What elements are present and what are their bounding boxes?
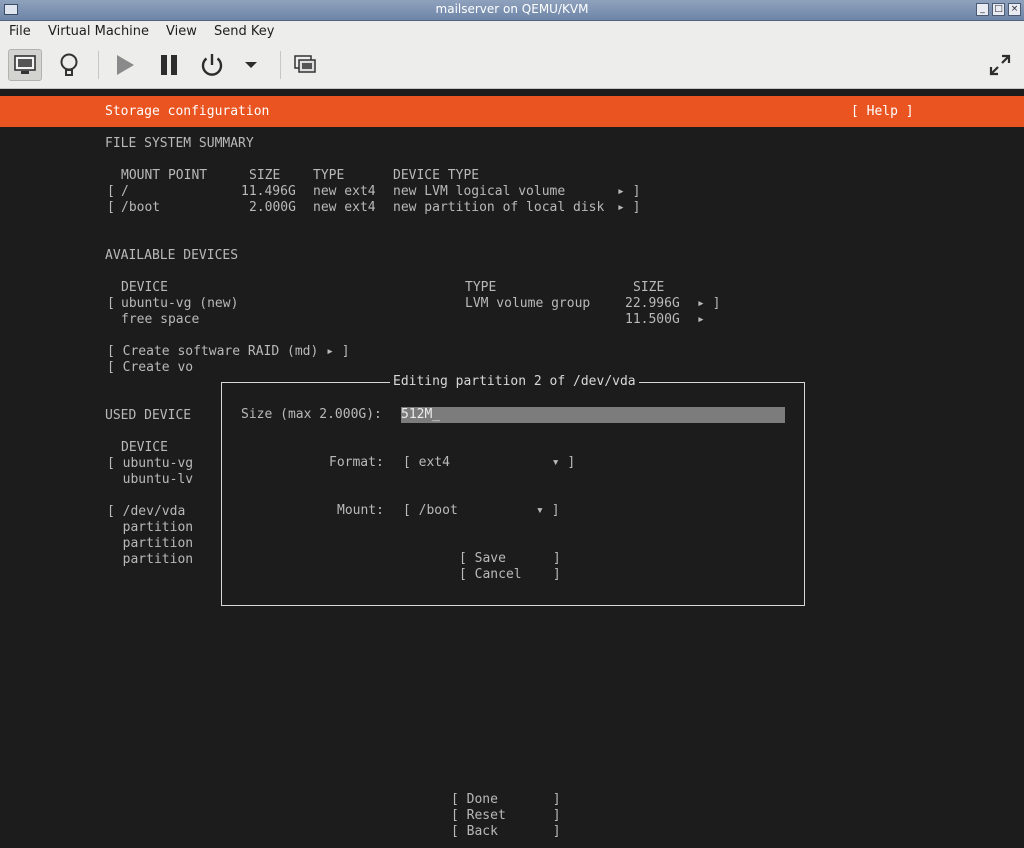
- save-button[interactable]: [ Save ]: [459, 551, 561, 567]
- avail-row-device[interactable]: free space: [121, 312, 199, 328]
- avail-row-menu[interactable]: ▸ ]: [697, 296, 720, 312]
- format-select[interactable]: [ ext4 ▾ ]: [403, 455, 575, 471]
- fs-row-bracket: [: [107, 200, 115, 215]
- menu-view[interactable]: View: [166, 24, 197, 39]
- fullscreen-icon[interactable]: [983, 49, 1017, 81]
- minimize-icon[interactable]: _: [976, 3, 989, 16]
- col-device: DEVICE: [121, 440, 168, 455]
- power-icon[interactable]: [195, 49, 229, 81]
- available-heading: AVAILABLE DEVICES: [105, 248, 239, 263]
- fs-summary-heading: FILE SYSTEM SUMMARY: [105, 136, 254, 151]
- fs-row-size: 11.496G: [241, 184, 296, 199]
- power-dropdown-icon[interactable]: [234, 49, 268, 81]
- menu-bar: File Virtual Machine View Send Key: [0, 21, 1024, 43]
- size-input-value: 512M_: [401, 407, 441, 422]
- col-type: TYPE: [465, 280, 497, 295]
- col-device: DEVICE: [121, 280, 168, 295]
- avail-row-type: LVM volume group: [465, 296, 591, 311]
- size-label: Size (max 2.000G):: [241, 407, 382, 422]
- used-row[interactable]: [ ubuntu-vg: [107, 456, 193, 472]
- help-button[interactable]: [ Help ]: [851, 104, 914, 120]
- close-icon[interactable]: ×: [1008, 3, 1021, 16]
- fs-row-type: new ext4: [313, 184, 376, 199]
- avail-row-size: 22.996G: [625, 296, 680, 311]
- used-heading: USED DEVICE: [105, 408, 192, 423]
- col-size: SIZE: [633, 280, 665, 295]
- dialog-title: Editing partition 2 of /dev/vda: [390, 374, 639, 390]
- fs-row-bracket: [: [107, 184, 115, 199]
- window-titlebar: mailserver on QEMU/KVM _ □ ×: [0, 0, 1024, 21]
- create-volume-button[interactable]: [ Create vo: [107, 360, 193, 376]
- menu-send-key[interactable]: Send Key: [214, 24, 274, 39]
- used-row[interactable]: partition: [107, 520, 193, 536]
- format-label: Format:: [329, 455, 384, 470]
- details-lightbulb-icon[interactable]: [52, 49, 86, 81]
- fs-row-device-type: new partition of local disk: [393, 200, 605, 215]
- fs-row-menu[interactable]: ▸ ]: [617, 200, 640, 216]
- vm-console[interactable]: Storage configuration [ Help ] FILE SYST…: [0, 89, 1024, 848]
- fs-row-mount[interactable]: /boot: [121, 200, 160, 216]
- used-row[interactable]: [ /dev/vda: [107, 504, 185, 520]
- avail-row-menu[interactable]: ▸: [697, 312, 705, 328]
- avail-row-bracket: [: [107, 296, 115, 311]
- pause-icon[interactable]: [152, 49, 186, 81]
- used-row[interactable]: partition: [107, 552, 193, 568]
- window-title: mailserver on QEMU/KVM: [435, 2, 589, 16]
- fs-row-type: new ext4: [313, 200, 376, 215]
- used-row[interactable]: partition: [107, 536, 193, 552]
- col-mount-point: MOUNT POINT: [121, 168, 208, 183]
- create-raid-button[interactable]: [ Create software RAID (md) ▸ ]: [107, 344, 350, 360]
- snapshots-icon[interactable]: [288, 49, 322, 81]
- done-button[interactable]: [ Done ]: [451, 792, 561, 808]
- console-icon[interactable]: [8, 49, 42, 81]
- used-row[interactable]: ubuntu-lv: [107, 472, 193, 488]
- reset-button[interactable]: [ Reset ]: [451, 808, 561, 824]
- header-title: Storage configuration: [105, 104, 270, 119]
- fs-row-mount[interactable]: /: [121, 184, 129, 200]
- fs-row-device-type: new LVM logical volume: [393, 184, 566, 199]
- menu-file[interactable]: File: [9, 24, 31, 39]
- edit-partition-dialog: Editing partition 2 of /dev/vda Size (ma…: [221, 374, 805, 606]
- maximize-icon[interactable]: □: [992, 3, 1005, 16]
- fs-row-menu[interactable]: ▸ ]: [617, 184, 640, 200]
- col-size: SIZE: [249, 168, 281, 183]
- mount-label: Mount:: [337, 503, 384, 518]
- mount-select[interactable]: [ /boot ▾ ]: [403, 503, 560, 519]
- fs-row-size: 2.000G: [249, 200, 296, 215]
- run-play-icon[interactable]: [108, 49, 142, 81]
- col-device-type: DEVICE TYPE: [393, 168, 480, 183]
- col-type: TYPE: [313, 168, 345, 183]
- toolbar: [0, 43, 1024, 89]
- avail-row-size: 11.500G: [625, 312, 680, 327]
- installer-header: Storage configuration [ Help ]: [0, 96, 1024, 127]
- toolbar-separator: [98, 51, 99, 79]
- avail-row-device[interactable]: ubuntu-vg (new): [121, 296, 238, 312]
- toolbar-separator: [280, 51, 281, 79]
- back-button[interactable]: [ Back ]: [451, 824, 561, 840]
- size-input[interactable]: 512M_: [401, 407, 785, 423]
- cancel-button[interactable]: [ Cancel ]: [459, 567, 561, 583]
- menu-virtual-machine[interactable]: Virtual Machine: [48, 24, 149, 39]
